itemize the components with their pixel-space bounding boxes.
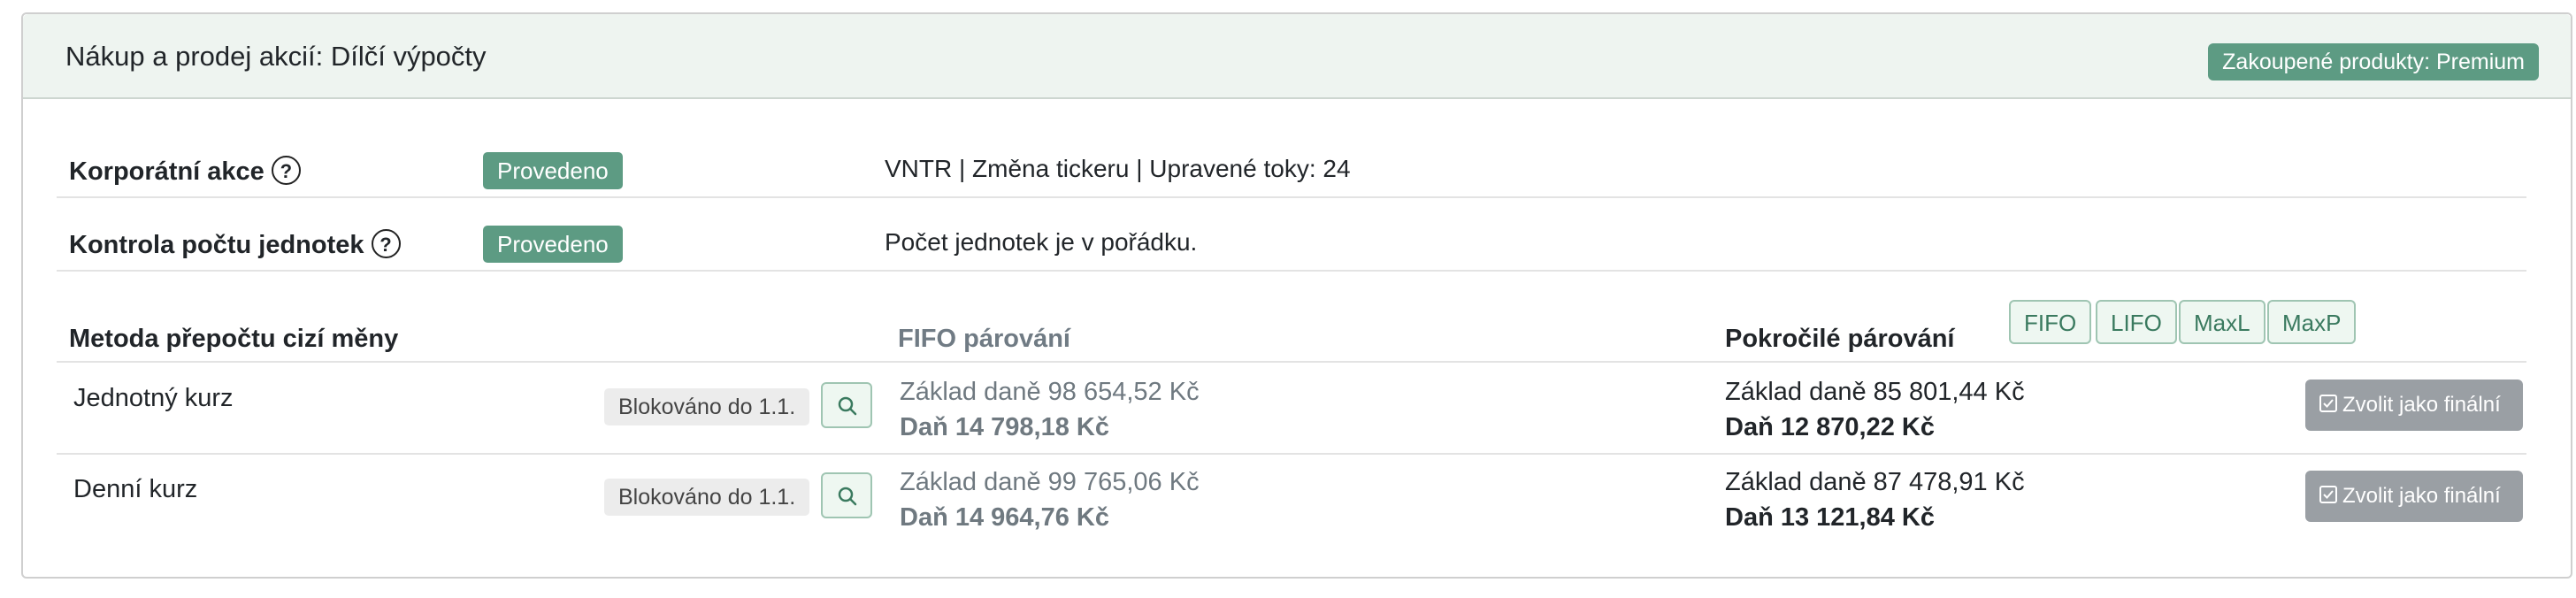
method-name: Jednotný kurz bbox=[73, 384, 234, 412]
advanced-tax-base: Základ daně 85 801,44 Kč bbox=[1725, 378, 2025, 406]
fifo-tax: Daň 14 798,18 Kč bbox=[900, 413, 1109, 441]
status-badge: Provedeno bbox=[483, 226, 623, 263]
advanced-tax: Daň 13 121,84 Kč bbox=[1725, 503, 1935, 532]
divider bbox=[57, 270, 2526, 272]
status-badge: Provedeno bbox=[483, 152, 623, 189]
fifo-tax-base: Základ daně 99 765,06 Kč bbox=[900, 468, 1200, 496]
maxl-button[interactable]: MaxL bbox=[2179, 300, 2266, 344]
card-title: Nákup a prodej akcií: Dílčí výpočty bbox=[65, 41, 487, 72]
corporate-actions-label: Korporátní akce? bbox=[69, 155, 301, 188]
method-name: Denní kurz bbox=[73, 475, 198, 503]
help-icon[interactable]: ? bbox=[371, 228, 401, 258]
fifo-tax-base: Základ daně 98 654,52 Kč bbox=[900, 378, 1200, 406]
unit-count-check-label: Kontrola počtu jednotek? bbox=[69, 228, 401, 261]
divider bbox=[57, 196, 2526, 198]
divider bbox=[57, 361, 2526, 363]
search-button[interactable] bbox=[821, 472, 872, 518]
checkbox-checked-icon bbox=[2319, 485, 2337, 503]
fifo-tax: Daň 14 964,76 Kč bbox=[900, 503, 1109, 532]
lifo-button[interactable]: LIFO bbox=[2096, 300, 2177, 344]
advanced-tax-base: Základ daně 87 478,91 Kč bbox=[1725, 468, 2025, 496]
choose-final-label: Zvolit jako finální bbox=[2342, 393, 2501, 417]
unit-count-check-text: Kontrola počtu jednotek bbox=[69, 231, 364, 259]
maxp-button[interactable]: MaxP bbox=[2267, 300, 2357, 344]
blocked-badge: Blokováno do 1.1. bbox=[604, 479, 810, 516]
calculations-card: Nákup a prodej akcií: Dílčí výpočty Zako… bbox=[21, 12, 2572, 579]
fifo-button[interactable]: FIFO bbox=[2009, 300, 2092, 344]
advanced-tax: Daň 12 870,22 Kč bbox=[1725, 413, 1935, 441]
card-header: Nákup a prodej akcií: Dílčí výpočty Zako… bbox=[23, 14, 2571, 99]
advanced-column-header: Pokročilé párování bbox=[1725, 325, 1955, 353]
choose-final-button[interactable]: Zvolit jako finální bbox=[2305, 380, 2523, 431]
fifo-column-header: FIFO párování bbox=[898, 325, 1070, 353]
unit-count-detail: Počet jednotek je v pořádku. bbox=[885, 228, 1198, 256]
choose-final-button[interactable]: Zvolit jako finální bbox=[2305, 471, 2523, 522]
search-icon bbox=[838, 396, 857, 416]
search-button[interactable] bbox=[821, 382, 872, 428]
corporate-actions-detail: VNTR | Změna tickeru | Upravené toky: 24 bbox=[885, 155, 1351, 182]
divider bbox=[57, 453, 2526, 455]
method-column-header: Metoda přepočtu cizí měny bbox=[69, 325, 399, 353]
blocked-badge: Blokováno do 1.1. bbox=[604, 388, 810, 426]
choose-final-label: Zvolit jako finální bbox=[2342, 484, 2501, 508]
search-icon bbox=[838, 487, 857, 506]
premium-badge: Zakoupené produkty: Premium bbox=[2208, 43, 2539, 80]
corporate-actions-text: Korporátní akce bbox=[69, 157, 264, 186]
help-icon[interactable]: ? bbox=[271, 155, 301, 185]
checkbox-checked-icon bbox=[2319, 394, 2337, 412]
